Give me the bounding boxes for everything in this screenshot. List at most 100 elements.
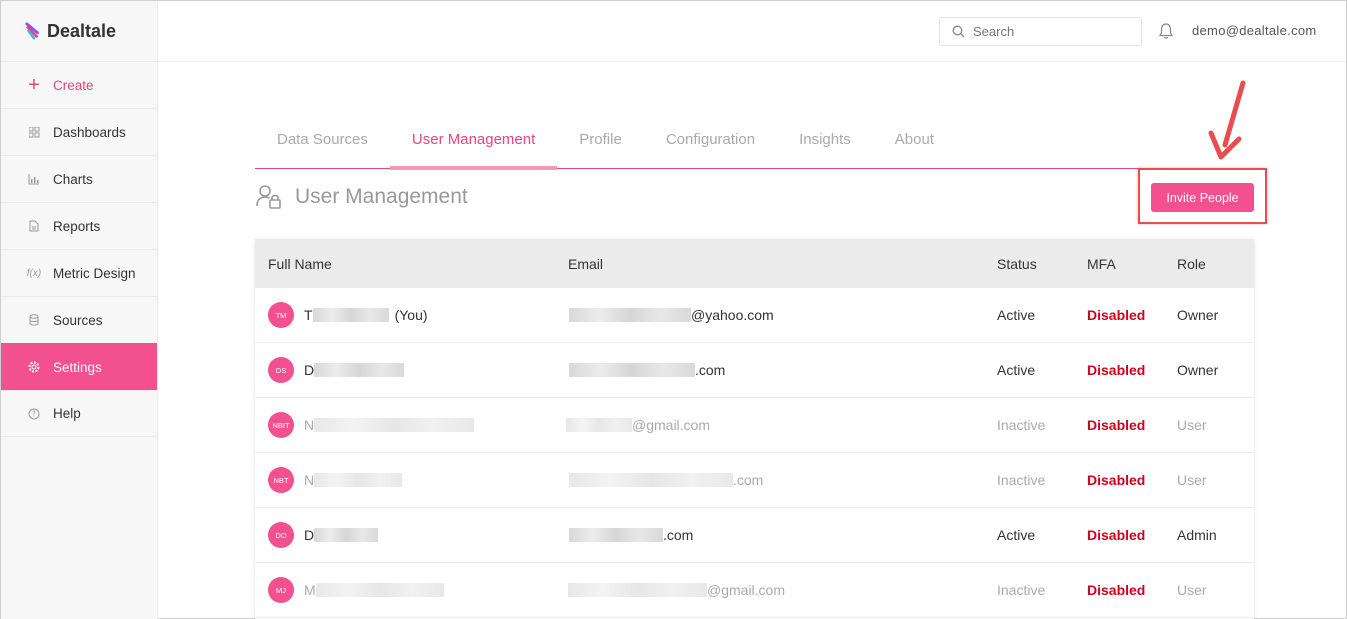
avatar: DS — [268, 357, 294, 383]
user-email[interactable]: demo@dealtale.com — [1192, 23, 1317, 38]
redacted-email — [569, 308, 691, 322]
user-name-initial: N — [304, 472, 315, 488]
redacted-email — [568, 583, 707, 597]
svg-text:?: ? — [32, 409, 36, 418]
user-status: Inactive — [997, 582, 1046, 598]
search-input[interactable] — [973, 24, 1133, 39]
table-row[interactable]: NBT N .com Inactive Disabled User — [255, 453, 1254, 508]
question-icon: ? — [27, 407, 41, 421]
user-mfa: Disabled — [1087, 417, 1146, 433]
user-name-initial: T — [304, 307, 313, 323]
tab-insights[interactable]: Insights — [777, 109, 873, 169]
function-icon: f(x) — [26, 267, 42, 279]
user-role: User — [1177, 417, 1207, 433]
page-title-text: User Management — [295, 185, 468, 208]
page-title: User Management — [255, 184, 468, 210]
user-mfa: Disabled — [1087, 362, 1146, 378]
avatar: DO — [268, 522, 294, 548]
dealtale-logo-icon — [25, 22, 39, 40]
search-box[interactable] — [939, 17, 1142, 46]
table-row[interactable]: NBIT N @gmail.com Inactive Disabled User — [255, 398, 1254, 453]
user-status: Active — [997, 362, 1036, 378]
redacted-email — [566, 418, 632, 432]
column-header-role[interactable]: Role — [1164, 256, 1254, 272]
redacted-name — [314, 528, 379, 542]
redacted-email — [569, 363, 695, 377]
sidebar-item-help[interactable]: ? Help — [1, 390, 157, 437]
user-role: Admin — [1177, 527, 1217, 543]
sidebar-item-reports[interactable]: Reports — [1, 202, 157, 249]
redacted-name — [315, 583, 444, 597]
user-status: Inactive — [997, 472, 1046, 488]
user-status: Inactive — [997, 417, 1046, 433]
sidebar-item-label: Create — [53, 77, 94, 93]
sidebar-item-label: Sources — [53, 312, 103, 328]
user-email-domain: @gmail.com — [632, 417, 711, 433]
sidebar-item-sources[interactable]: Sources — [1, 296, 157, 343]
table-row[interactable]: MJ M @gmail.com Inactive Disabled User — [255, 563, 1254, 618]
sidebar-item-label: Metric Design — [53, 265, 136, 281]
sidebar-item-dashboards[interactable]: Dashboards — [1, 108, 157, 155]
tab-configuration[interactable]: Configuration — [644, 109, 777, 169]
user-role: User — [1177, 582, 1207, 598]
annotation-arrow-icon — [1208, 80, 1246, 160]
table-header: Full Name Email Status MFA Role — [255, 239, 1254, 288]
column-header-email[interactable]: Email — [555, 256, 984, 272]
tab-user-management[interactable]: User Management — [389, 109, 558, 170]
user-mfa: Disabled — [1087, 582, 1146, 598]
sidebar-item-charts[interactable]: Charts — [1, 155, 157, 202]
app-name: Dealtale — [47, 20, 117, 41]
sidebar-item-create[interactable]: + Create — [1, 61, 157, 108]
user-name-initial: D — [304, 362, 315, 378]
user-name-initial: D — [304, 527, 315, 543]
database-icon — [27, 313, 41, 327]
user-name-suffix: (You) — [394, 307, 428, 323]
user-mfa: Disabled — [1087, 472, 1146, 488]
user-status: Active — [997, 307, 1036, 323]
tab-about[interactable]: About — [873, 109, 956, 169]
tab-data-sources[interactable]: Data Sources — [255, 109, 390, 169]
column-header-status[interactable]: Status — [984, 256, 1074, 272]
redacted-name — [314, 418, 475, 432]
table-row[interactable]: DS D .com Active Disabled Owner — [255, 343, 1254, 398]
sidebar: Dealtale + Create Dashboards Charts Repo… — [1, 1, 158, 619]
user-role: Owner — [1177, 307, 1219, 323]
table-row[interactable]: TM T (You) @yahoo.com Active Disabled Owne… — [255, 288, 1254, 343]
sidebar-item-metric-design[interactable]: f(x) Metric Design — [1, 249, 157, 296]
document-icon — [27, 219, 41, 233]
avatar: NBIT — [268, 412, 294, 438]
user-mfa: Disabled — [1087, 527, 1146, 543]
user-lock-icon — [256, 185, 281, 209]
user-email-domain: @yahoo.com — [691, 307, 774, 323]
bell-icon[interactable] — [1157, 22, 1175, 40]
logo[interactable]: Dealtale — [1, 1, 157, 61]
redacted-email — [569, 473, 733, 487]
sidebar-item-settings[interactable]: Settings — [1, 343, 157, 390]
invite-people-button[interactable]: Invite People — [1151, 183, 1254, 212]
user-name-initial: N — [304, 417, 315, 433]
column-header-name[interactable]: Full Name — [255, 256, 555, 272]
avatar: MJ — [268, 577, 294, 603]
sidebar-item-label: Settings — [53, 359, 102, 375]
sidebar-item-label: Dashboards — [53, 124, 126, 140]
user-name-initial: M — [304, 582, 316, 598]
search-icon — [952, 25, 965, 38]
user-email-domain: .com — [733, 472, 764, 488]
redacted-email — [569, 528, 663, 542]
user-role: Owner — [1177, 362, 1219, 378]
sidebar-item-label: Reports — [53, 218, 101, 234]
sidebar-item-label: Help — [53, 406, 81, 421]
settings-tabs: Data Sources User Management Profile Con… — [255, 109, 1254, 170]
tab-profile[interactable]: Profile — [557, 109, 644, 169]
redacted-name — [312, 308, 389, 322]
avatar: TM — [268, 302, 294, 328]
user-role: User — [1177, 472, 1207, 488]
table-row[interactable]: DO D .com Active Disabled Admin — [255, 508, 1254, 563]
gear-icon — [27, 360, 41, 374]
user-email-domain: .com — [695, 362, 726, 378]
users-table: Full Name Email Status MFA Role TM T (You)… — [255, 239, 1254, 619]
column-header-mfa[interactable]: MFA — [1074, 256, 1164, 272]
avatar: NBT — [268, 467, 294, 493]
plus-icon: + — [28, 73, 40, 96]
redacted-name — [314, 473, 403, 487]
